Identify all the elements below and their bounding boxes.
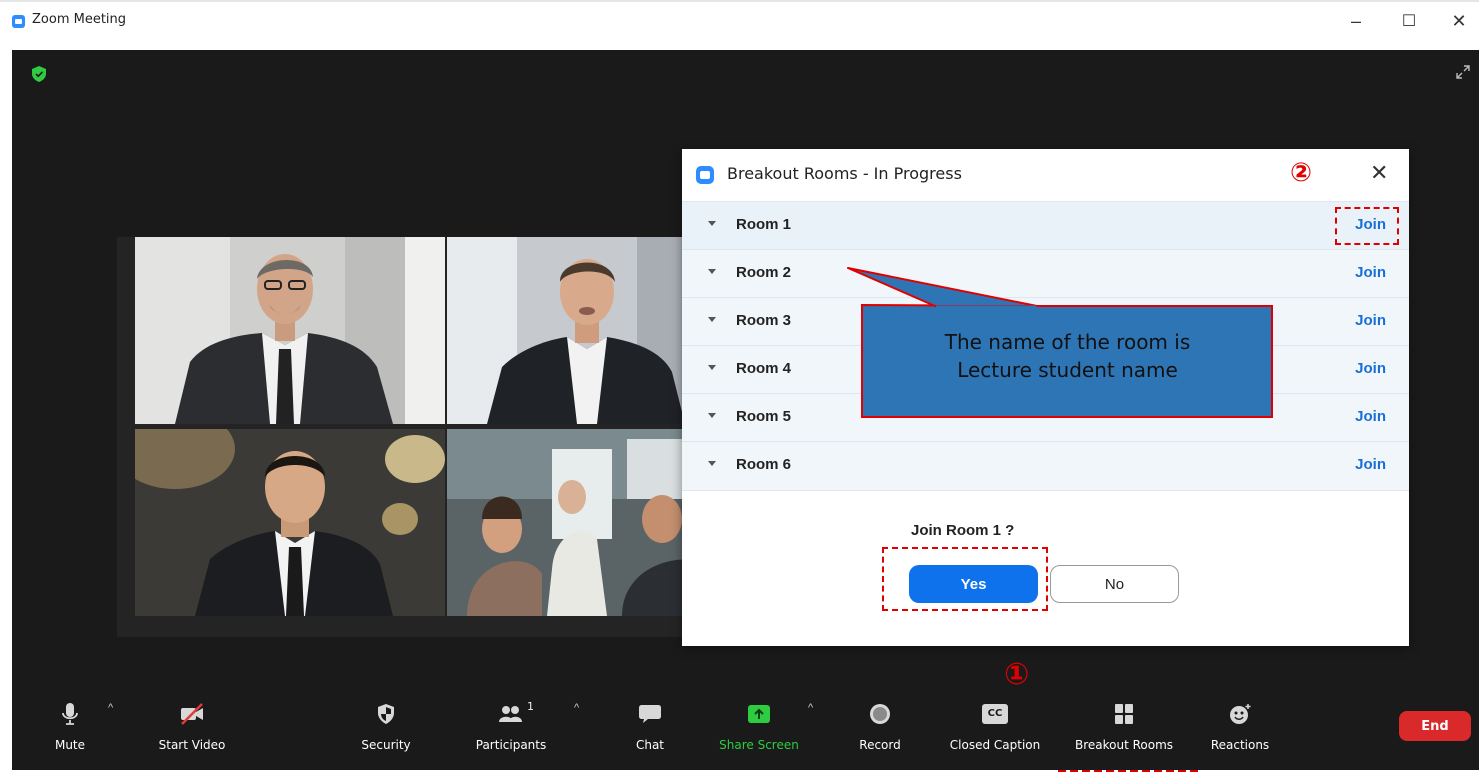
mute-button[interactable]: Mute bbox=[50, 680, 90, 770]
join-room-2-link[interactable]: Join bbox=[1355, 264, 1386, 281]
participant-video-image bbox=[447, 429, 709, 616]
room-row-5[interactable]: Room 5 Join bbox=[682, 393, 1409, 441]
callout-text: The name of the room is Lecture student … bbox=[865, 328, 1270, 384]
breakout-rooms-label: Breakout Rooms bbox=[1074, 738, 1174, 752]
room-row-6[interactable]: Room 6 Join bbox=[682, 441, 1409, 491]
share-options-caret-icon[interactable]: ^ bbox=[808, 702, 813, 714]
microphone-icon bbox=[62, 703, 78, 725]
callout-line-1: The name of the room is bbox=[944, 330, 1191, 354]
participant-video-image bbox=[135, 429, 445, 616]
share-screen-button[interactable]: Share Screen bbox=[714, 680, 804, 770]
zoom-app-icon bbox=[12, 15, 25, 28]
participants-button[interactable]: 1 Participants bbox=[466, 680, 556, 770]
room-name: Room 3 bbox=[736, 312, 792, 329]
breakout-rooms-button[interactable]: Breakout Rooms bbox=[1065, 680, 1183, 770]
participants-options-caret-icon[interactable]: ^ bbox=[574, 702, 579, 714]
closed-caption-label: Closed Caption bbox=[949, 738, 1041, 752]
room-row-2[interactable]: Room 2 Join bbox=[682, 249, 1409, 297]
join-confirmation-question: Join Room 1 ? bbox=[911, 522, 1015, 539]
audio-options-caret-icon[interactable]: ^ bbox=[108, 702, 113, 714]
join-highlight-box bbox=[1335, 207, 1399, 245]
zoom-window: Zoom Meeting – ☐ ✕ Breakout Rooms - In P… bbox=[0, 0, 1479, 773]
expand-arrow-icon[interactable] bbox=[708, 269, 716, 274]
yes-highlight-box bbox=[882, 547, 1048, 611]
mute-label: Mute bbox=[54, 738, 86, 752]
video-tile-participant-3 bbox=[135, 429, 445, 616]
share-screen-label: Share Screen bbox=[719, 738, 799, 752]
participant-video-image bbox=[447, 237, 709, 424]
meeting-toolbar: Mute ^ Start Video Security 1 Participan… bbox=[12, 680, 1479, 770]
expand-arrow-icon[interactable] bbox=[708, 221, 716, 226]
security-label: Security bbox=[361, 738, 411, 752]
room-name: Room 5 bbox=[736, 408, 792, 425]
join-room-6-link[interactable]: Join bbox=[1355, 456, 1386, 473]
video-tile-participant-2 bbox=[447, 237, 709, 424]
start-video-label: Start Video bbox=[158, 738, 226, 752]
step-marker-1: ① bbox=[1004, 657, 1030, 692]
video-grid bbox=[117, 237, 717, 637]
title-bar: Zoom Meeting – ☐ ✕ bbox=[0, 0, 1479, 38]
reactions-smiley-icon bbox=[1230, 704, 1251, 724]
start-video-button[interactable]: Start Video bbox=[152, 680, 232, 770]
join-room-5-link[interactable]: Join bbox=[1355, 408, 1386, 425]
expand-arrow-icon[interactable] bbox=[708, 317, 716, 322]
room-name: Room 4 bbox=[736, 360, 792, 377]
participants-icon bbox=[499, 706, 522, 722]
reactions-button[interactable]: Reactions bbox=[1207, 680, 1273, 770]
video-tile-participant-1 bbox=[135, 237, 445, 424]
closed-caption-icon: CC bbox=[982, 704, 1008, 724]
reactions-label: Reactions bbox=[1210, 738, 1270, 752]
zoom-app-icon bbox=[696, 166, 714, 184]
step-marker-2: ② bbox=[1290, 158, 1313, 188]
chat-bubble-icon bbox=[639, 705, 661, 723]
participant-video-image bbox=[135, 237, 445, 424]
close-dialog-button[interactable]: ✕ bbox=[1370, 161, 1388, 186]
join-room-4-link[interactable]: Join bbox=[1355, 360, 1386, 377]
expand-arrow-icon[interactable] bbox=[708, 365, 716, 370]
expand-arrow-icon[interactable] bbox=[708, 413, 716, 418]
security-button[interactable]: Security bbox=[356, 680, 416, 770]
record-button[interactable]: Record bbox=[852, 680, 908, 770]
end-meeting-button[interactable]: End bbox=[1399, 711, 1471, 741]
room-name: Room 6 bbox=[736, 456, 792, 473]
window-title: Zoom Meeting bbox=[32, 12, 127, 27]
chat-label: Chat bbox=[635, 738, 665, 752]
breakout-rooms-grid-icon bbox=[1115, 704, 1133, 724]
room-name: Room 1 bbox=[736, 216, 792, 233]
record-label: Record bbox=[859, 738, 901, 752]
fullscreen-icon[interactable] bbox=[1455, 64, 1471, 80]
chat-button[interactable]: Chat bbox=[630, 680, 670, 770]
video-off-icon bbox=[181, 703, 203, 725]
no-button[interactable]: No bbox=[1050, 565, 1179, 603]
video-tile-participant-4 bbox=[447, 429, 709, 616]
room-name: Room 2 bbox=[736, 264, 792, 281]
dialog-title: Breakout Rooms - In Progress bbox=[727, 164, 962, 183]
close-window-button[interactable]: ✕ bbox=[1439, 8, 1479, 34]
minimize-button[interactable]: – bbox=[1336, 8, 1376, 34]
dialog-header: Breakout Rooms - In Progress ② ✕ bbox=[682, 149, 1409, 201]
participants-count: 1 bbox=[527, 700, 534, 713]
maximize-button[interactable]: ☐ bbox=[1389, 8, 1429, 34]
encryption-shield-icon[interactable] bbox=[32, 66, 46, 82]
expand-arrow-icon[interactable] bbox=[708, 461, 716, 466]
security-shield-icon bbox=[378, 704, 394, 724]
participants-label: Participants bbox=[475, 738, 547, 752]
room-row-1[interactable]: Room 1 Join bbox=[682, 201, 1409, 249]
closed-caption-button[interactable]: CC Closed Caption bbox=[942, 680, 1048, 770]
share-screen-icon bbox=[748, 705, 770, 723]
record-icon bbox=[870, 704, 890, 724]
join-room-3-link[interactable]: Join bbox=[1355, 312, 1386, 329]
callout-line-2: Lecture student name bbox=[957, 358, 1178, 382]
